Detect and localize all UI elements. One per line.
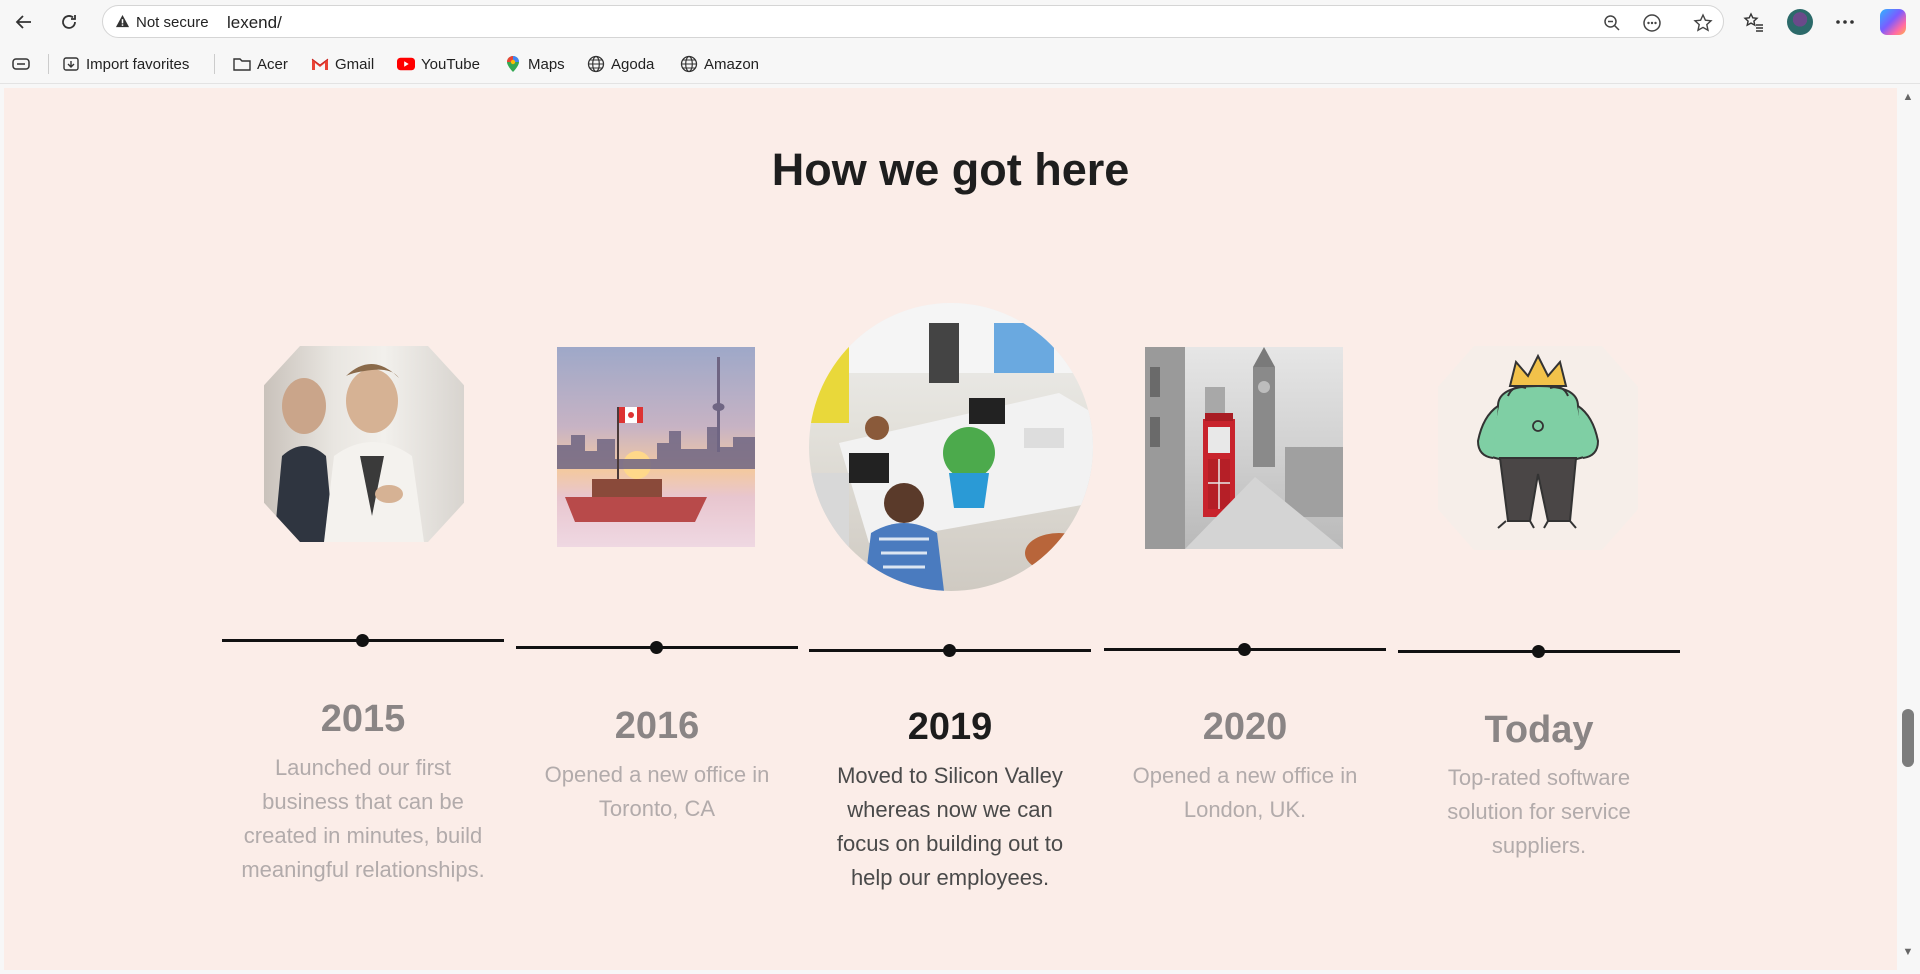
globe-icon xyxy=(587,55,605,73)
toronto-skyline-photo xyxy=(557,347,755,547)
warning-icon xyxy=(115,14,130,34)
timeline-dot xyxy=(1238,643,1251,656)
url-text[interactable]: lexend/ xyxy=(227,13,282,33)
reading-mode-icon[interactable] xyxy=(1641,12,1663,34)
page-content: How we got here 2015 Launched our first … xyxy=(4,88,1897,970)
favorite-acer[interactable]: Acer xyxy=(233,54,288,74)
timeline-dot xyxy=(650,641,663,654)
favorites-divider xyxy=(214,54,215,74)
favorite-star-icon[interactable] xyxy=(1692,12,1714,34)
crowned-character-illustration xyxy=(1438,346,1638,550)
timeline-description: Moved to Silicon Valley whereas now we c… xyxy=(836,763,1064,890)
timeline-year: 2020 xyxy=(1202,706,1288,748)
scroll-down-icon[interactable]: ▼ xyxy=(1900,946,1916,960)
favorite-label: Import favorites xyxy=(86,55,190,73)
two-men-talking-photo xyxy=(264,346,464,542)
favorite-label: Agoda xyxy=(611,55,655,73)
browser-toolbar: Not secure lexend/ xyxy=(0,0,1920,44)
timeline-year: Today xyxy=(1484,709,1594,751)
favorite-maps[interactable]: Maps xyxy=(504,54,565,74)
favorites-list-icon[interactable] xyxy=(1741,9,1767,35)
zoom-out-icon[interactable] xyxy=(1601,12,1623,34)
scrollbar-thumb[interactable] xyxy=(1902,709,1914,767)
timeline-description: Opened a new office in London, UK. xyxy=(1132,763,1358,822)
timeline-description: Opened a new office in Toronto, CA xyxy=(544,762,770,821)
favorite-label: Acer xyxy=(257,55,288,73)
favorites-divider xyxy=(48,54,49,74)
timeline-year: 2016 xyxy=(614,705,700,747)
profile-avatar[interactable] xyxy=(1787,9,1813,35)
favorite-label: Gmail xyxy=(335,55,375,73)
maps-pin-icon xyxy=(504,55,522,73)
scroll-up-icon[interactable]: ▲ xyxy=(1900,91,1916,105)
favorite-gmail[interactable]: Gmail xyxy=(311,54,374,74)
youtube-icon xyxy=(397,55,415,73)
import-icon xyxy=(62,55,80,73)
tab-actions-icon[interactable] xyxy=(12,54,36,74)
favorite-youtube[interactable]: YouTube xyxy=(397,54,480,74)
refresh-icon[interactable] xyxy=(52,6,86,38)
page-scrollbar[interactable] xyxy=(1897,88,1920,974)
back-icon[interactable] xyxy=(7,6,41,38)
folder-icon xyxy=(233,55,251,73)
london-phone-box-photo xyxy=(1145,347,1343,549)
timeline-year: 2015 xyxy=(320,698,406,740)
timeline-year: 2019 xyxy=(907,706,993,748)
favorite-label: YouTube xyxy=(421,55,480,73)
timeline-description: Top-rated software solution for service … xyxy=(1447,765,1631,858)
section-title: How we got here xyxy=(771,144,1130,195)
timeline-dot xyxy=(943,644,956,657)
globe-icon xyxy=(680,55,698,73)
favorite-agoda[interactable]: Agoda xyxy=(587,54,654,74)
copilot-icon[interactable] xyxy=(1880,9,1906,35)
timeline-description: Launched our first business that can be … xyxy=(241,755,485,882)
gmail-icon xyxy=(311,55,329,73)
open-office-photo xyxy=(809,303,1093,591)
timeline-dot xyxy=(356,634,369,647)
favorites-bar: Import favorites Acer Gmail YouTube Maps… xyxy=(0,44,1920,84)
timeline-dot xyxy=(1532,645,1545,658)
favorite-label: Maps xyxy=(528,55,565,73)
address-bar[interactable]: Not secure lexend/ xyxy=(102,5,1724,38)
more-options-icon[interactable] xyxy=(1832,9,1858,35)
favorite-import[interactable]: Import favorites xyxy=(62,54,189,74)
favorite-label: Amazon xyxy=(704,55,760,73)
security-label[interactable]: Not secure xyxy=(136,14,209,31)
favorite-amazon[interactable]: Amazon xyxy=(680,54,759,74)
